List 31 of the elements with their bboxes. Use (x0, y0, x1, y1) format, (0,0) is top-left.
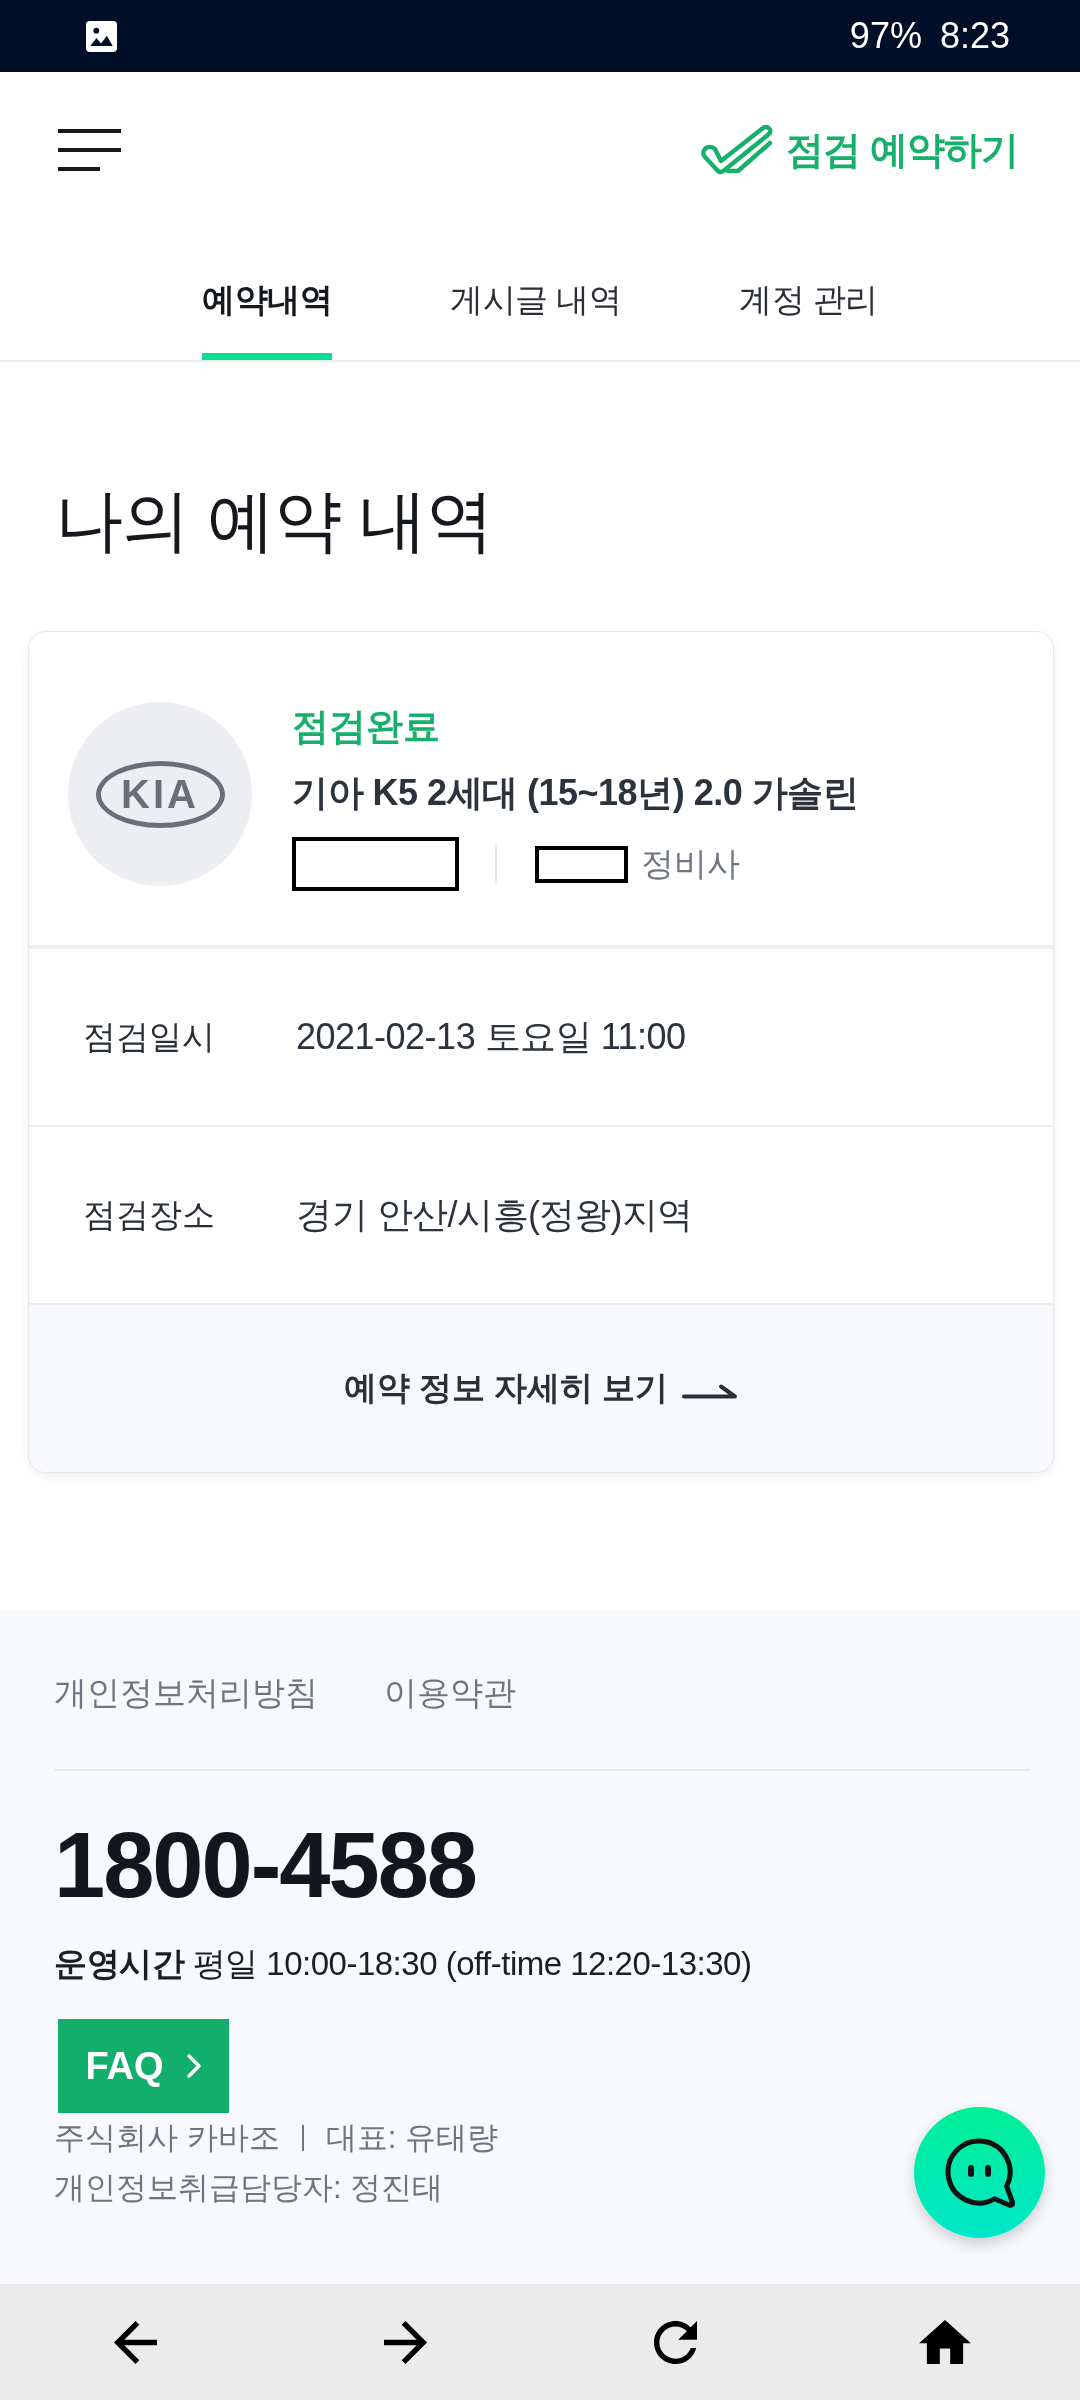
tab[interactable]: 게시글 내역 (450, 276, 622, 360)
tab[interactable]: 계정 관리 (739, 276, 878, 360)
detail-value: 2021-02-13 토요일 11:00 (296, 1014, 687, 1059)
home-icon[interactable] (919, 2320, 971, 2364)
footer-link[interactable]: 개인정보처리방침 (54, 1669, 318, 1717)
operating-hours: 운영시간 평일 10:00-18:30 (off-time 12:20-13:30) (54, 1944, 752, 1984)
company-info-text: 대표: 유태량 (325, 2119, 498, 2157)
tab[interactable]: 예약내역 (202, 276, 333, 360)
reservation-detail-button[interactable]: 예약 정보 자세히 보기 (29, 1305, 1053, 1472)
brand-logo: KIA (95, 760, 225, 828)
chevron-right-icon (185, 2053, 202, 2079)
clock-time: 8:23 (939, 15, 1010, 57)
company-info-text: 주식회사 카바조 (54, 2119, 280, 2157)
detail-label: 점검장소 (83, 1194, 216, 1235)
right-arrow-icon[interactable] (383, 2320, 427, 2364)
car-model: 기아 K5 2세대 (15~18년) 2.0 가솔린 (292, 771, 859, 815)
mechanic-label: 정비사 (641, 843, 740, 884)
menu-icon[interactable] (58, 129, 121, 171)
check-mark-icon (698, 125, 775, 175)
footer-link[interactable]: 이용약관 (384, 1669, 516, 1717)
image-icon (86, 20, 117, 52)
chat-bubble-icon (942, 2135, 1017, 2210)
page-title: 나의 예약 내역 (55, 481, 494, 560)
battery-percent: 97% (849, 15, 922, 57)
status-label: 점검완료 (292, 705, 441, 749)
detail-label: 점검일시 (83, 1016, 216, 1057)
refresh-icon[interactable] (653, 2320, 697, 2364)
company-info-text: 개인정보취급담당자: 정진태 (54, 2169, 444, 2207)
phone-number: 1800-4588 (54, 1813, 476, 1918)
left-arrow-icon[interactable] (113, 2320, 157, 2364)
detail-value: 경기 안산/시흥(정왕)지역 (296, 1192, 694, 1237)
